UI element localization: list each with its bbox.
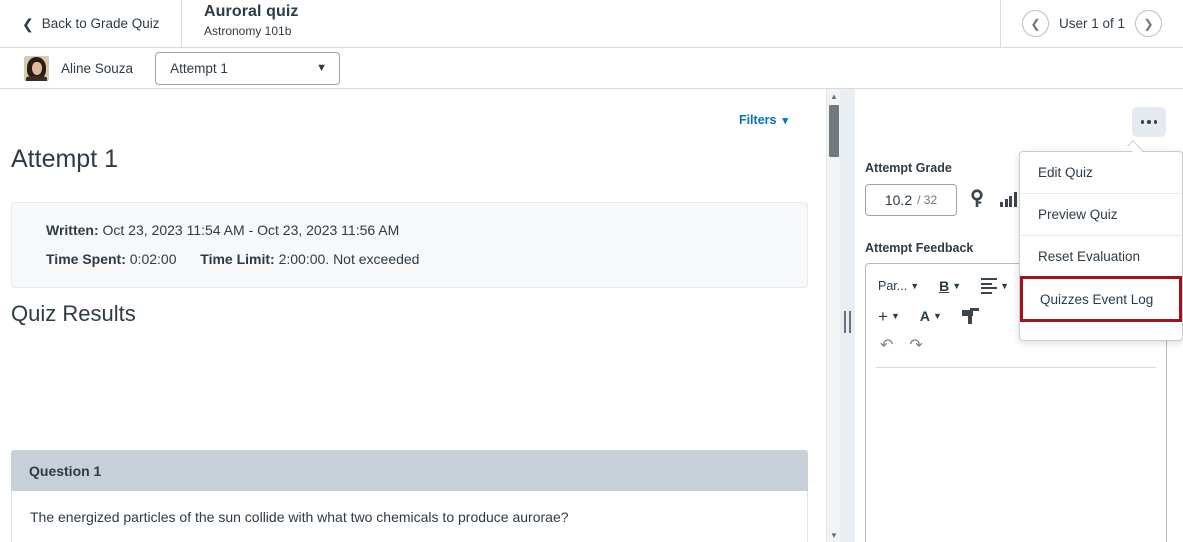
plus-icon: + <box>878 306 888 326</box>
chevron-down-icon: ▼ <box>910 281 920 291</box>
font-style-dropdown[interactable]: A ▼ <box>920 308 942 324</box>
menu-item-label: Preview Quiz <box>1038 207 1118 222</box>
time-limit-label: Time Limit: <box>200 251 275 268</box>
attempt-grade-label: Attempt Grade <box>865 161 952 175</box>
top-header: ❮ Back to Grade Quiz Auroral quiz Astron… <box>0 0 1183 48</box>
quiz-results-pane: Filters ▾ Attempt 1 Written: Oct 23, 202… <box>0 89 826 542</box>
back-to-grade-quiz-button[interactable]: ❮ Back to Grade Quiz <box>0 0 182 47</box>
menu-item-edit-quiz[interactable]: Edit Quiz <box>1020 152 1182 194</box>
previous-user-button[interactable]: ❮ <box>1021 10 1049 37</box>
insert-dropdown[interactable]: + ▼ <box>878 308 900 325</box>
pane-splitter[interactable] <box>840 89 855 542</box>
menu-item-quizzes-event-log[interactable]: Quizzes Event Log <box>1020 276 1182 322</box>
question-text: The energized particles of the sun colli… <box>30 509 569 525</box>
undo-icon[interactable]: ↶ <box>880 338 893 354</box>
bold-dropdown[interactable]: B ▼ <box>939 278 961 294</box>
menu-item-reset-evaluation[interactable]: Reset Evaluation <box>1020 236 1182 278</box>
align-dropdown[interactable]: ▼ <box>981 278 1009 294</box>
menu-item-label: Reset Evaluation <box>1038 249 1141 264</box>
chevron-down-icon: ▾ <box>782 114 788 127</box>
chevron-down-icon: ▼ <box>932 311 942 321</box>
key-icon[interactable] <box>969 189 985 209</box>
chevron-down-icon: ▼ <box>316 62 328 74</box>
chevron-left-icon: ❮ <box>22 15 34 32</box>
filters-toggle[interactable]: Filters ▾ <box>739 113 788 127</box>
grade-total: / 32 <box>917 193 938 207</box>
scroll-down-arrow-icon[interactable]: ▼ <box>827 528 841 542</box>
menu-item-label: Quizzes Event Log <box>1040 291 1154 307</box>
next-user-button[interactable]: ❯ <box>1135 10 1163 37</box>
time-info-line: Time Spent: 0:02:00 Time Limit: 2:00:00.… <box>46 252 807 267</box>
paragraph-format-label: Par... <box>878 279 908 293</box>
redo-icon[interactable]: ↷ <box>909 338 922 354</box>
course-subtitle: Astronomy 101b <box>204 24 292 38</box>
avatar-face <box>31 61 42 75</box>
menu-item-label: Edit Quiz <box>1038 165 1093 180</box>
format-painter-icon <box>961 308 979 324</box>
back-button-label: Back to Grade Quiz <box>41 16 160 31</box>
quiz-title-block: Auroral quiz Astronomy 101b <box>182 0 1000 47</box>
question-body: The energized particles of the sun colli… <box>11 491 808 542</box>
quiz-grading-page: ❮ Back to Grade Quiz Auroral quiz Astron… <box>0 0 1183 542</box>
splitter-grip-icon[interactable] <box>844 311 851 333</box>
scrollbar-thumb[interactable] <box>829 105 839 157</box>
more-options-button[interactable] <box>1132 107 1166 137</box>
options-menu: Edit Quiz Preview Quiz Reset Evaluation … <box>1019 151 1183 341</box>
paragraph-format-dropdown[interactable]: Par... ▼ <box>878 279 919 293</box>
user-navigation: ❮ User 1 of 1 ❯ ▼ <box>1000 0 1183 47</box>
statistics-bar-icon[interactable] <box>1000 191 1020 207</box>
question-header-label: Question 1 <box>29 462 102 479</box>
student-attempt-bar: Aline Souza Attempt 1 ▼ <box>0 48 1183 89</box>
feedback-text-area[interactable] <box>866 368 1166 528</box>
written-value: Oct 23, 2023 11:54 AM - Oct 23, 2023 11:… <box>102 222 400 238</box>
quiz-results-heading: Quiz Results <box>11 301 136 326</box>
grade-value: 10.2 <box>884 192 913 208</box>
page-title: Auroral quiz <box>204 3 299 20</box>
scroll-up-arrow-icon[interactable]: ▲ <box>827 89 841 103</box>
chevron-down-icon: ▼ <box>1000 281 1010 291</box>
avatar <box>24 55 49 81</box>
bold-label: B <box>939 278 950 294</box>
format-painter-button[interactable] <box>961 308 979 324</box>
attempt-heading: Attempt 1 <box>11 145 118 173</box>
attempt-feedback-label: Attempt Feedback <box>865 241 974 255</box>
avatar-shoulder <box>26 75 47 81</box>
align-left-icon <box>981 278 998 294</box>
student-name-label: Aline Souza <box>61 60 134 76</box>
attempt-info-box: Written: Oct 23, 2023 11:54 AM - Oct 23,… <box>11 202 808 288</box>
results-scrollbar[interactable]: ▲ ▼ <box>826 89 840 542</box>
attempt-selector[interactable]: Attempt 1 ▼ <box>155 51 341 85</box>
time-spent-label: Time Spent: <box>46 251 126 268</box>
font-style-icon: A <box>919 308 930 324</box>
chevron-down-icon: ▼ <box>952 281 962 291</box>
time-spent-value: 0:02:00 <box>129 251 177 268</box>
attempt-grade-input[interactable]: 10.2 / 32 <box>865 184 957 216</box>
chevron-down-icon: ▼ <box>890 311 900 321</box>
menu-item-preview-quiz[interactable]: Preview Quiz <box>1020 194 1182 236</box>
written-label: Written: <box>46 222 99 238</box>
written-info-line: Written: Oct 23, 2023 11:54 AM - Oct 23,… <box>46 222 807 238</box>
user-count-label: User 1 of 1 <box>1058 16 1126 31</box>
attempt-selector-value: Attempt 1 <box>170 60 228 76</box>
time-limit-value: 2:00:00. Not exceeded <box>278 251 420 268</box>
question-header: Question 1 <box>11 450 808 491</box>
filters-label: Filters <box>738 113 777 127</box>
